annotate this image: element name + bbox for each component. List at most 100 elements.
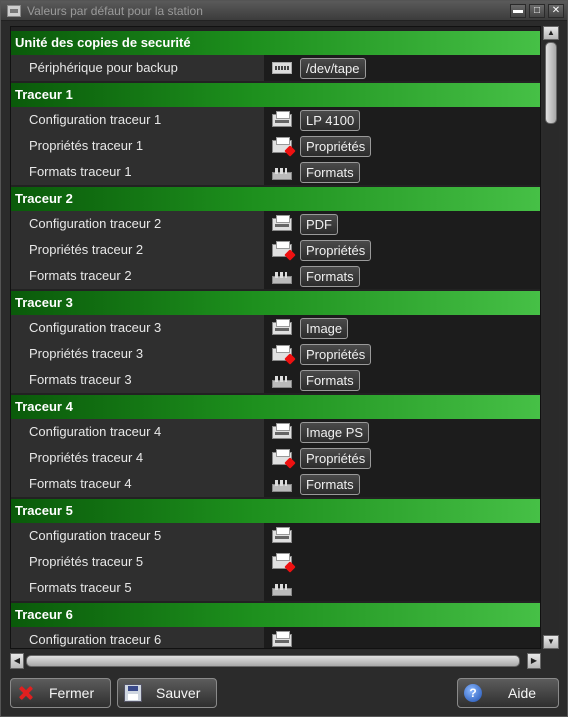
maximize-button[interactable]: □ (529, 3, 545, 18)
setting-label: Formats traceur 1 (11, 159, 264, 185)
setting-value-button[interactable]: Formats (300, 369, 360, 391)
setting-row: Configuration traceur 6 (11, 627, 540, 648)
setting-value (264, 627, 540, 648)
plotter-icon[interactable] (272, 318, 292, 335)
setting-value-button[interactable]: Image PS (300, 421, 370, 443)
help-button[interactable]: ? Aide (457, 678, 559, 708)
setting-row: Périphérique pour backup/dev/tape (11, 55, 540, 81)
vertical-scroll-thumb[interactable] (545, 42, 557, 124)
plotter-properties-icon[interactable] (272, 344, 292, 361)
setting-value: LP 4100 (264, 107, 540, 133)
close-window-button[interactable]: ✕ (548, 3, 564, 18)
plotter-icon[interactable] (272, 110, 292, 127)
setting-value-button[interactable]: PDF (300, 213, 338, 235)
setting-value (264, 549, 540, 575)
setting-value: Image PS (264, 419, 540, 445)
setting-row: Configuration traceur 4 Image PS (11, 419, 540, 445)
section-header: Unité des copies de securité (11, 31, 540, 55)
section-header: Traceur 4 (11, 395, 540, 419)
setting-value: Propriétés (264, 133, 540, 159)
paper-formats-icon[interactable] (272, 480, 292, 492)
setting-label: Propriétés traceur 4 (11, 445, 264, 471)
plotter-icon[interactable] (272, 630, 292, 647)
paper-formats-icon[interactable] (272, 272, 292, 284)
section-header: Traceur 5 (11, 499, 540, 523)
setting-value-button[interactable]: LP 4100 (300, 109, 361, 131)
setting-value: /dev/tape (264, 55, 540, 81)
setting-row: Propriétés traceur 4 Propriétés (11, 445, 540, 471)
plotter-icon[interactable] (272, 422, 292, 439)
setting-value (264, 575, 540, 601)
save-button-label: Sauver (156, 685, 201, 701)
horizontal-scrollbar[interactable]: ◀ ▶ (10, 653, 541, 669)
minimize-button[interactable]: ▬ (510, 3, 526, 18)
save-icon (124, 684, 142, 702)
section-header: Traceur 6 (11, 603, 540, 627)
setting-row: Formats traceur 1 Formats (11, 159, 540, 185)
setting-value (264, 523, 540, 549)
plotter-properties-icon[interactable] (272, 552, 292, 569)
settings-list: Unité des copies de securité Périphérique… (10, 26, 541, 649)
help-button-label: Aide (508, 685, 537, 701)
setting-value: Formats (264, 367, 540, 393)
setting-label: Configuration traceur 5 (11, 523, 264, 549)
window-title: Valeurs par défaut pour la station (27, 3, 203, 18)
title-bar[interactable]: Valeurs par défaut pour la station ▬ □ ✕ (1, 1, 567, 21)
plotter-properties-icon[interactable] (272, 240, 292, 257)
setting-value-button[interactable]: Propriétés (300, 447, 372, 469)
setting-value: Propriétés (264, 341, 540, 367)
setting-value: Formats (264, 159, 540, 185)
scroll-right-arrow-icon[interactable]: ▶ (527, 653, 541, 669)
setting-row: Formats traceur 4 Formats (11, 471, 540, 497)
paper-formats-icon[interactable] (272, 168, 292, 180)
setting-label: Propriétés traceur 3 (11, 341, 264, 367)
plotter-icon[interactable] (272, 214, 292, 231)
setting-label: Formats traceur 3 (11, 367, 264, 393)
setting-value: Formats (264, 471, 540, 497)
setting-row: Formats traceur 5 (11, 575, 540, 601)
paper-formats-icon[interactable] (272, 584, 292, 596)
setting-row: Propriétés traceur 2 Propriétés (11, 237, 540, 263)
setting-label: Formats traceur 2 (11, 263, 264, 289)
section-header: Traceur 2 (11, 187, 540, 211)
scroll-left-arrow-icon[interactable]: ◀ (10, 653, 24, 669)
setting-label: Propriétés traceur 5 (11, 549, 264, 575)
setting-label: Configuration traceur 1 (11, 107, 264, 133)
paper-formats-icon[interactable] (272, 376, 292, 388)
setting-value-button[interactable]: Propriétés (300, 135, 372, 157)
setting-value: Image (264, 315, 540, 341)
plotter-properties-icon[interactable] (272, 136, 292, 153)
setting-label: Propriétés traceur 1 (11, 133, 264, 159)
setting-value: Propriétés (264, 237, 540, 263)
setting-row: Configuration traceur 1 LP 4100 (11, 107, 540, 133)
setting-value-button[interactable]: Formats (300, 265, 360, 287)
setting-value-button[interactable]: Propriétés (300, 239, 372, 261)
setting-label: Configuration traceur 3 (11, 315, 264, 341)
scroll-up-arrow-icon[interactable]: ▲ (543, 26, 559, 40)
plotter-properties-icon[interactable] (272, 448, 292, 465)
close-button[interactable]: Fermer (10, 678, 111, 708)
scroll-down-arrow-icon[interactable]: ▼ (543, 635, 559, 649)
setting-value: PDF (264, 211, 540, 237)
setting-row: Configuration traceur 2 PDF (11, 211, 540, 237)
horizontal-scroll-thumb[interactable] (26, 655, 520, 667)
setting-value: Propriétés (264, 445, 540, 471)
tape-device-icon[interactable] (272, 62, 292, 74)
setting-label: Formats traceur 5 (11, 575, 264, 601)
plotter-icon[interactable] (272, 526, 292, 543)
setting-value-button[interactable]: /dev/tape (300, 57, 366, 79)
close-button-label: Fermer (49, 685, 95, 701)
vertical-scrollbar[interactable]: ▲ ▼ (543, 26, 559, 649)
setting-value: Formats (264, 263, 540, 289)
station-defaults-window: Valeurs par défaut pour la station ▬ □ ✕… (0, 0, 568, 717)
setting-row: Propriétés traceur 3 Propriétés (11, 341, 540, 367)
setting-row: Propriétés traceur 5 (11, 549, 540, 575)
section-header: Traceur 1 (11, 83, 540, 107)
setting-value-button[interactable]: Image (300, 317, 349, 339)
app-icon (7, 4, 21, 17)
setting-value-button[interactable]: Formats (300, 161, 360, 183)
save-button[interactable]: Sauver (117, 678, 217, 708)
setting-value-button[interactable]: Propriétés (300, 343, 372, 365)
setting-label: Configuration traceur 6 (11, 627, 264, 648)
setting-value-button[interactable]: Formats (300, 473, 360, 495)
